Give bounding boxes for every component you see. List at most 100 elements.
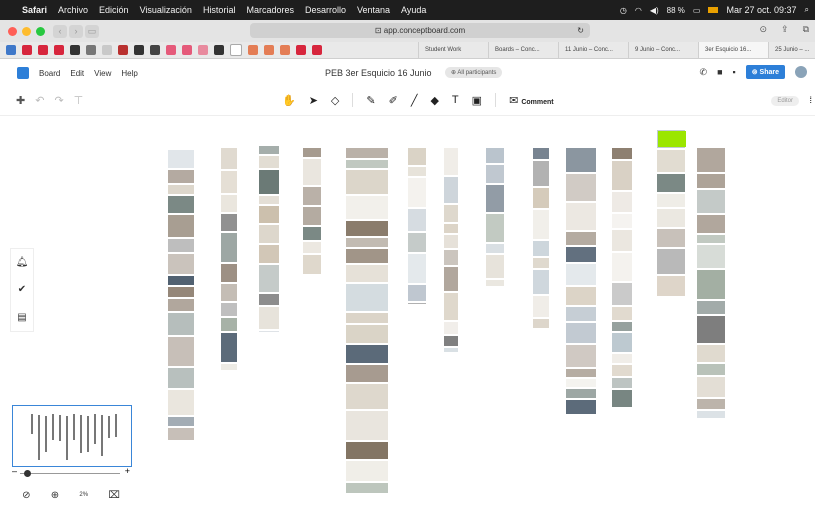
board-thumbnail[interactable] (612, 365, 632, 376)
board-thumbnail[interactable] (346, 313, 388, 323)
favorite-icon[interactable] (198, 45, 208, 55)
board-thumbnail[interactable] (168, 337, 194, 366)
board-thumbnail[interactable] (168, 390, 194, 415)
minimap[interactable] (12, 405, 132, 467)
board-thumbnail[interactable] (486, 185, 504, 212)
board-thumbnail[interactable] (566, 264, 596, 285)
menu-ayuda[interactable]: Ayuda (401, 5, 426, 15)
zoom-level[interactable]: 2% (79, 492, 88, 498)
tab-9-junio[interactable]: 9 Junio – Conc... (628, 42, 698, 58)
favorite-icon[interactable] (296, 45, 306, 55)
board-thumbnail[interactable] (259, 225, 279, 243)
flag-icon[interactable] (708, 7, 719, 13)
favorite-icon[interactable] (102, 45, 112, 55)
phone-icon[interactable]: ✆ (700, 67, 708, 78)
format-icon[interactable]: ⊤ (74, 94, 84, 107)
board-thumbnail[interactable] (259, 196, 279, 204)
board-thumbnail[interactable] (346, 411, 388, 440)
board-thumbnail[interactable] (259, 170, 279, 194)
board-thumbnail[interactable] (444, 267, 458, 291)
favorite-icon[interactable] (134, 45, 144, 55)
board-thumbnail[interactable] (303, 207, 321, 225)
favorite-icon[interactable] (150, 45, 160, 55)
present-icon[interactable]: ▪ (733, 67, 736, 77)
wifi-icon[interactable]: ◠ (635, 6, 642, 15)
favorite-icon[interactable] (86, 45, 96, 55)
menu-help[interactable]: Help (121, 69, 137, 78)
board-thumbnail[interactable] (697, 148, 725, 172)
forward-button[interactable]: › (69, 24, 83, 38)
board-thumbnail[interactable] (657, 276, 685, 296)
board-thumbnail[interactable] (168, 215, 194, 237)
board-thumbnail[interactable] (168, 239, 194, 252)
board-thumbnail[interactable] (221, 171, 237, 193)
board-thumbnail[interactable] (612, 253, 632, 281)
board-thumbnail[interactable] (346, 196, 388, 219)
favorite-icon[interactable] (38, 45, 48, 55)
favorite-icon[interactable] (230, 44, 242, 56)
favorite-icon[interactable] (166, 45, 176, 55)
board-thumbnail[interactable] (444, 235, 458, 248)
comment-button[interactable]: ✉ Comment (509, 94, 554, 107)
board-thumbnail[interactable] (533, 296, 549, 317)
board-thumbnail[interactable] (444, 336, 458, 346)
zoom-window-button[interactable] (36, 26, 45, 36)
board-thumbnail[interactable] (168, 170, 194, 183)
marker-icon[interactable]: ✐ (389, 94, 398, 107)
menu-visualizacion[interactable]: Visualización (140, 5, 192, 15)
board-thumbnail[interactable] (697, 190, 725, 213)
board-thumbnail[interactable] (486, 280, 504, 286)
board-thumbnail[interactable] (612, 214, 632, 228)
favorite-icon[interactable] (280, 45, 290, 55)
board-thumbnail[interactable] (566, 379, 596, 387)
board-thumbnail[interactable] (221, 233, 237, 262)
board-thumbnail[interactable] (697, 377, 725, 397)
board-thumbnail[interactable] (168, 185, 194, 194)
board-thumbnail[interactable] (168, 254, 194, 274)
board-thumbnail[interactable] (486, 214, 504, 242)
tasks-icon[interactable]: ✔ (18, 284, 26, 295)
board-thumbnail[interactable] (408, 285, 426, 301)
board-thumbnail[interactable] (168, 428, 194, 440)
board-thumbnail[interactable] (408, 209, 426, 231)
notifications-icon[interactable]: 🔔︎ (16, 257, 29, 268)
board-thumbnail[interactable] (221, 148, 237, 169)
menu-ventana[interactable]: Ventana (357, 5, 390, 15)
board-thumbnail[interactable] (346, 284, 388, 311)
conceptboard-logo-icon[interactable] (17, 67, 29, 79)
board-thumbnail[interactable] (168, 299, 194, 311)
board-thumbnail[interactable] (259, 294, 279, 305)
board-thumbnail[interactable] (486, 165, 504, 183)
board-thumbnail[interactable] (697, 399, 725, 409)
sticky-note[interactable] (658, 131, 686, 147)
back-button[interactable]: ‹ (53, 24, 67, 38)
zoom-icon[interactable]: ⊕ (51, 490, 59, 501)
board-thumbnail[interactable] (221, 214, 237, 231)
board-thumbnail[interactable] (444, 348, 458, 352)
board-thumbnail[interactable] (346, 461, 388, 481)
board-thumbnail[interactable] (303, 227, 321, 240)
video-icon[interactable]: ■ (717, 67, 722, 77)
board-thumbnail[interactable] (168, 150, 194, 168)
board-thumbnail[interactable] (697, 345, 725, 362)
favorite-icon[interactable] (70, 45, 80, 55)
board-thumbnail[interactable] (346, 384, 388, 409)
pointer-icon[interactable]: ➤ (309, 94, 318, 107)
board-thumbnail[interactable] (697, 301, 725, 314)
navigator-icon[interactable]: ⊘ (22, 490, 30, 501)
favorite-icon[interactable] (6, 45, 16, 55)
undo-icon[interactable]: ↶ (35, 94, 44, 107)
favorite-icon[interactable] (22, 45, 32, 55)
board-thumbnail[interactable] (566, 247, 596, 262)
menu-safari[interactable]: Safari (22, 5, 47, 15)
board-thumbnail[interactable] (303, 187, 321, 205)
zoom-slider[interactable]: – + (12, 466, 130, 478)
board-thumbnail[interactable] (697, 364, 725, 375)
board-thumbnail[interactable] (408, 303, 426, 304)
board-thumbnail[interactable] (444, 177, 458, 203)
board-thumbnail[interactable] (566, 400, 596, 414)
hand-icon[interactable]: ✋ (282, 94, 296, 107)
menu-edit[interactable]: Edit (70, 69, 84, 78)
close-window-button[interactable] (8, 26, 17, 36)
board-thumbnail[interactable] (168, 287, 194, 297)
